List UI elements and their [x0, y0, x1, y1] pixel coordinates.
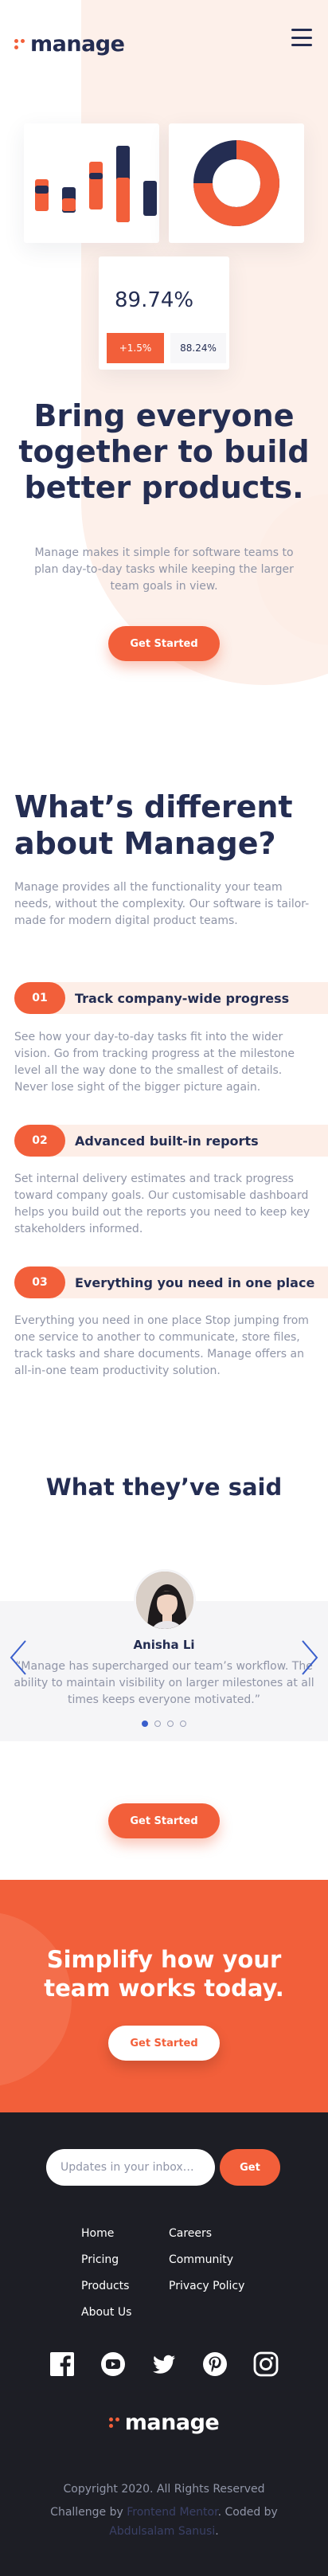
testimonials-title: What they’ve said — [45, 1474, 283, 1501]
chart-bar — [62, 198, 76, 211]
footer: Get Home Pricing Products About Us Caree… — [0, 2112, 328, 2576]
footer-link-community[interactable]: Community — [169, 2253, 244, 2280]
testimonial-name: Anisha Li — [133, 1638, 195, 1652]
chevron-right-icon[interactable] — [298, 1638, 322, 1678]
social-links — [0, 2351, 328, 2377]
attribution-prefix: Challenge by — [50, 2506, 123, 2519]
stat-value: 89.74% — [115, 288, 194, 312]
newsletter-input[interactable] — [46, 2149, 215, 2186]
hero-title: Bring everyone together to build better … — [18, 398, 310, 505]
footer-links-left: Home Pricing Products About Us — [81, 2227, 131, 2332]
stat-card: 89.74% +1.5% 88.24% — [99, 256, 229, 370]
feature-number: 03 — [14, 1266, 65, 1298]
chart-bar — [89, 173, 103, 179]
cta-title: Simplify how your team works today. — [44, 1946, 284, 2002]
footer-links-right: Careers Community Privacy Policy — [169, 2227, 244, 2306]
feature-description: Set internal delivery estimates and trac… — [14, 1173, 310, 1235]
chart-bar — [35, 179, 49, 211]
different-title: What’s different about Manage? — [14, 789, 293, 861]
facebook-icon[interactable] — [49, 2351, 75, 2377]
donut-chart — [193, 140, 279, 226]
footer-link-privacy[interactable]: Privacy Policy — [169, 2280, 244, 2306]
chart-bar — [89, 162, 103, 209]
logo-mark-icon — [108, 2417, 120, 2429]
different-description: Manage provides all the functionality yo… — [14, 881, 310, 927]
header: manage — [0, 0, 328, 88]
get-started-button[interactable]: Get Started — [108, 2026, 220, 2061]
pinterest-icon[interactable] — [202, 2351, 228, 2377]
avatar — [134, 1569, 196, 1631]
chart-bar — [143, 181, 157, 216]
newsletter-submit-button[interactable]: Get — [220, 2149, 280, 2186]
stat-badge: +1.5% — [107, 333, 164, 363]
bar-chart-card — [24, 123, 159, 243]
attribution-middle: . Coded by — [217, 2506, 278, 2519]
feature-header: 01 Track company-wide progress — [14, 982, 328, 1014]
cta-section: Simplify how your team works today. Get … — [0, 1880, 328, 2112]
footer-link-about[interactable]: About Us — [81, 2306, 131, 2332]
feature-number: 01 — [14, 982, 65, 1014]
twitter-icon[interactable] — [151, 2351, 177, 2377]
feature-description: Everything you need in one place Stop ju… — [14, 1314, 309, 1377]
carousel-dot[interactable] — [142, 1721, 148, 1727]
feature-title: Advanced built-in reports — [75, 1133, 259, 1149]
footer-link-products[interactable]: Products — [81, 2280, 131, 2306]
carousel-dot[interactable] — [167, 1721, 174, 1727]
feature-header: 03 Everything you need in one place — [14, 1266, 328, 1298]
testimonial-quote: “Manage has supercharged our team’s work… — [14, 1660, 314, 1706]
stat-secondary: 88.24% — [170, 333, 226, 363]
youtube-icon[interactable] — [100, 2351, 126, 2377]
feature-header: 02 Advanced built-in reports — [14, 1125, 328, 1157]
feature-title: Everything you need in one place — [75, 1274, 315, 1290]
chevron-left-icon[interactable] — [6, 1638, 30, 1678]
attribution: Challenge by Frontend Mentor. Coded by A… — [50, 2506, 278, 2538]
chart-bar — [116, 178, 130, 222]
feature-number: 02 — [14, 1125, 65, 1157]
footer-logo[interactable]: manage — [0, 2410, 328, 2435]
feature-title: Track company-wide progress — [75, 990, 290, 1006]
copyright: Copyright 2020. All Rights Reserved — [63, 2483, 265, 2496]
instagram-icon[interactable] — [253, 2351, 279, 2377]
donut-chart-card — [169, 123, 304, 243]
carousel-dot[interactable] — [154, 1721, 161, 1727]
footer-logo-text: manage — [124, 2410, 220, 2435]
feature-description: See how your day-to-day tasks fit into t… — [14, 1031, 295, 1094]
frontend-mentor-link[interactable]: Frontend Mentor — [127, 2506, 217, 2519]
carousel-dots — [0, 1721, 328, 1727]
page: manage 89.74% +1.5% 88.24% Bring everyon… — [0, 0, 328, 2576]
get-started-button[interactable]: Get Started — [108, 1803, 220, 1838]
hamburger-icon[interactable] — [291, 29, 312, 46]
get-started-button[interactable]: Get Started — [108, 626, 220, 661]
chart-bar — [35, 186, 49, 194]
logo[interactable]: manage — [14, 32, 125, 57]
logo-mark-icon — [14, 38, 25, 50]
hero-description: Manage makes it simple for software team… — [34, 546, 294, 593]
footer-link-home[interactable]: Home — [81, 2227, 131, 2253]
logo-text: manage — [30, 32, 125, 57]
footer-link-pricing[interactable]: Pricing — [81, 2253, 131, 2280]
carousel-dot[interactable] — [180, 1721, 186, 1727]
footer-link-careers[interactable]: Careers — [169, 2227, 244, 2253]
author-link[interactable]: Abdulsalam Sanusi — [109, 2525, 215, 2538]
